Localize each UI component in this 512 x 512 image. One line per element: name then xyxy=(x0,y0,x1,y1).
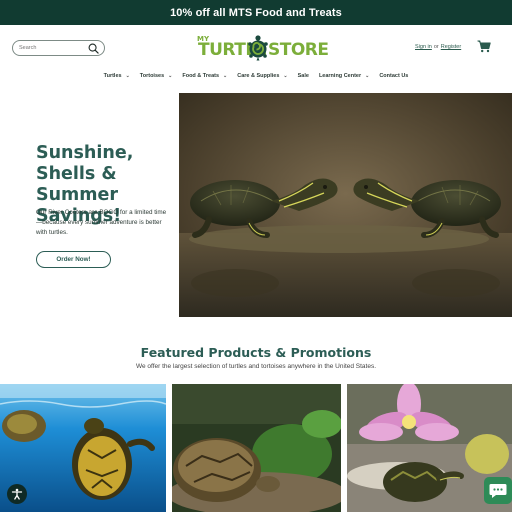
register-link[interactable]: Register xyxy=(441,44,461,50)
nav-label: Care & Supplies xyxy=(237,73,280,79)
chevron-down-icon: ⌄ xyxy=(223,73,228,79)
account-links: Sign in or Register xyxy=(415,44,461,50)
search-icon[interactable] xyxy=(88,43,99,54)
accessibility-button[interactable] xyxy=(7,484,27,504)
account-or: or xyxy=(433,44,439,50)
featured-title: Featured Products & Promotions xyxy=(140,345,372,360)
nav-item-food-treats[interactable]: Food & Treats ⌄ xyxy=(182,70,227,82)
chevron-down-icon: ⌄ xyxy=(125,73,130,79)
accessibility-icon xyxy=(11,488,23,500)
chat-icon xyxy=(489,484,507,498)
nav-label: Turtles xyxy=(103,73,122,79)
chat-button[interactable] xyxy=(484,477,512,504)
order-now-button[interactable]: Order Now! xyxy=(36,251,111,268)
site-logo[interactable]: MY TURTLE STORE xyxy=(196,33,329,63)
logo-store: STORE xyxy=(268,40,329,60)
nav-item-learning-center[interactable]: Learning Center ⌄ xyxy=(319,70,369,82)
nav-label: Sale xyxy=(297,73,309,79)
hero-description: Our River Cooters are BOGO for a limited… xyxy=(36,209,167,236)
search-input[interactable] xyxy=(19,45,89,51)
search-box[interactable] xyxy=(12,40,105,56)
nav-label: Tortoises xyxy=(139,73,165,79)
promo-bar[interactable]: 10% off all MTS Food and Treats xyxy=(0,0,512,25)
main-nav: Turtles ⌄ Tortoises ⌄ Food & Treats ⌄ Care … xyxy=(0,70,512,82)
chevron-down-icon: ⌄ xyxy=(365,73,370,79)
nav-item-contact-us[interactable]: Contact Us xyxy=(379,70,408,82)
nav-item-sale[interactable]: Sale xyxy=(298,70,309,82)
cart-icon[interactable] xyxy=(477,40,491,53)
promo-text[interactable]: 10% off all MTS Food and Treats xyxy=(170,7,342,19)
chevron-down-icon: ⌄ xyxy=(168,73,173,79)
nav-label: Food & Treats xyxy=(182,73,220,79)
nav-label: Contact Us xyxy=(379,73,409,79)
chevron-down-icon: ⌄ xyxy=(283,73,288,79)
site-header: MY TURTLE STORE Sign inorRegister xyxy=(0,25,512,70)
hero-image-two-turtles xyxy=(179,93,512,317)
turtle-spiral-icon xyxy=(248,35,268,61)
nav-item-care-supplies[interactable]: Care & Supplies ⌄ xyxy=(237,70,287,82)
nav-item-turtles[interactable]: Turtles ⌄ xyxy=(104,70,130,82)
featured-subtitle: We offer the largest selection of turtle… xyxy=(135,363,377,370)
nav-item-tortoises[interactable]: Tortoises ⌄ xyxy=(140,70,173,82)
nav-label: Learning Center xyxy=(318,73,362,79)
sign-in-link[interactable]: Sign in xyxy=(415,44,432,50)
featured-card-tortoises[interactable] xyxy=(172,384,341,512)
